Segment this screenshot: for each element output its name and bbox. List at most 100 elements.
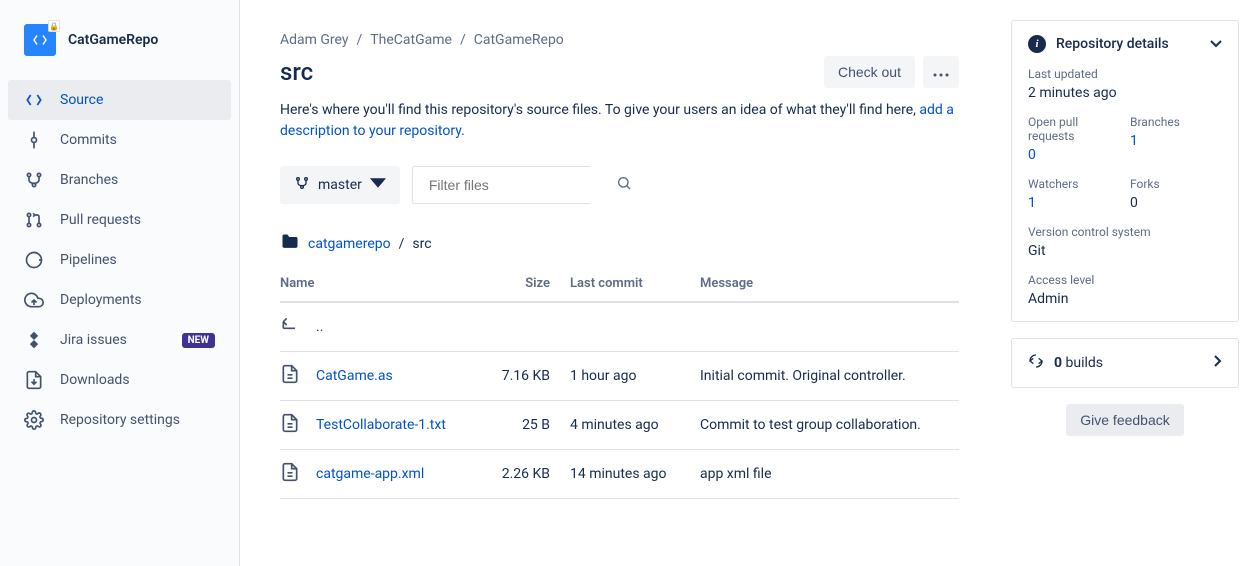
sidebar-item-label: Deployments bbox=[60, 292, 215, 308]
gear-icon bbox=[24, 410, 44, 430]
builds-icon bbox=[1028, 353, 1044, 373]
watchers-label: Watchers bbox=[1028, 177, 1120, 191]
pull-requests-icon bbox=[24, 210, 44, 230]
file-message: Commit to test group collaboration. bbox=[700, 401, 959, 450]
sidebar-item-label: Jira issues bbox=[60, 332, 182, 348]
sidebar-item-label: Branches bbox=[60, 172, 215, 188]
panel-title: Repository details bbox=[1056, 36, 1169, 52]
repo-name: CatGameRepo bbox=[68, 32, 158, 48]
branch-selector[interactable]: master bbox=[280, 166, 400, 204]
column-last-commit[interactable]: Last commit bbox=[570, 266, 700, 302]
folder-icon bbox=[280, 232, 300, 256]
table-row[interactable]: catgame-app.xml 2.26 KB 14 minutes ago a… bbox=[280, 450, 959, 499]
main-content: Adam Grey / TheCatGame / CatGameRepo src… bbox=[240, 0, 999, 566]
more-actions-button[interactable] bbox=[923, 56, 959, 88]
chevron-down-icon bbox=[1210, 36, 1222, 52]
builds-card[interactable]: 0 builds bbox=[1011, 338, 1239, 388]
search-icon bbox=[616, 175, 632, 195]
sidebar-item-pull-requests[interactable]: Pull requests bbox=[8, 200, 231, 240]
sidebar-item-label: Commits bbox=[60, 132, 215, 148]
watchers-value[interactable]: 1 bbox=[1028, 195, 1036, 211]
file-message: Initial commit. Original controller. bbox=[700, 352, 959, 401]
file-table: Name Size Last commit Message .. CatG bbox=[280, 266, 959, 499]
right-panel: i Repository details Last updated 2 minu… bbox=[999, 0, 1259, 566]
sidebar-item-source[interactable]: Source bbox=[8, 80, 231, 120]
sidebar-item-commits[interactable]: Commits bbox=[8, 120, 231, 160]
sidebar-header[interactable]: 🔒 CatGameRepo bbox=[0, 24, 239, 80]
pipelines-icon bbox=[24, 250, 44, 270]
sidebar-item-branches[interactable]: Branches bbox=[8, 160, 231, 200]
deployments-icon bbox=[24, 290, 44, 310]
page-title: src bbox=[280, 58, 313, 86]
file-path: catgamerepo / src bbox=[280, 232, 959, 256]
file-last-commit: 1 hour ago bbox=[570, 352, 700, 401]
sidebar-item-label: Downloads bbox=[60, 372, 215, 388]
file-message: app xml file bbox=[700, 450, 959, 499]
access-value: Admin bbox=[1028, 291, 1222, 307]
more-icon bbox=[933, 64, 949, 80]
parent-directory-row[interactable]: .. bbox=[280, 302, 959, 352]
path-root-link[interactable]: catgamerepo bbox=[308, 236, 391, 252]
forks-value: 0 bbox=[1130, 195, 1222, 211]
repo-description: Here's where you'll find this repository… bbox=[280, 100, 959, 142]
pull-requests-label: Open pull requests bbox=[1028, 115, 1120, 143]
sidebar-item-pipelines[interactable]: Pipelines bbox=[8, 240, 231, 280]
sidebar-item-jira-issues[interactable]: Jira issues NEW bbox=[8, 320, 231, 360]
sidebar-item-deployments[interactable]: Deployments bbox=[8, 280, 231, 320]
filter-input[interactable] bbox=[423, 167, 616, 203]
file-last-commit: 14 minutes ago bbox=[570, 450, 700, 499]
sidebar-item-label: Source bbox=[60, 92, 215, 108]
repository-details-card: i Repository details Last updated 2 minu… bbox=[1011, 20, 1239, 322]
new-badge: NEW bbox=[182, 333, 215, 348]
chevron-right-icon bbox=[1214, 355, 1222, 371]
branches-value[interactable]: 1 bbox=[1130, 133, 1138, 149]
sidebar-item-settings[interactable]: Repository settings bbox=[8, 400, 231, 440]
sidebar-item-label: Repository settings bbox=[60, 412, 215, 428]
parent-dir-label: .. bbox=[316, 319, 323, 335]
breadcrumb-separator: / bbox=[357, 32, 363, 48]
give-feedback-button[interactable]: Give feedback bbox=[1066, 404, 1184, 436]
branches-label: Branches bbox=[1130, 115, 1222, 129]
sidebar: 🔒 CatGameRepo Source Commits Branches Pu… bbox=[0, 0, 240, 566]
filter-files-box[interactable] bbox=[412, 166, 592, 204]
sidebar-item-downloads[interactable]: Downloads bbox=[8, 360, 231, 400]
builds-label: builds bbox=[1062, 355, 1103, 371]
breadcrumb-separator: / bbox=[460, 32, 466, 48]
builds-count: 0 bbox=[1054, 355, 1062, 371]
branches-icon bbox=[24, 170, 44, 190]
checkout-button[interactable]: Check out bbox=[824, 56, 915, 88]
table-row[interactable]: CatGame.as 7.16 KB 1 hour ago Initial co… bbox=[280, 352, 959, 401]
repo-icon: 🔒 bbox=[24, 24, 56, 56]
last-updated-label: Last updated bbox=[1028, 67, 1222, 81]
file-size: 7.16 KB bbox=[500, 352, 570, 401]
source-icon bbox=[24, 90, 44, 110]
pull-requests-value[interactable]: 0 bbox=[1028, 147, 1036, 163]
file-name-link[interactable]: catgame-app.xml bbox=[316, 466, 424, 482]
forks-label: Forks bbox=[1130, 177, 1222, 191]
breadcrumb: Adam Grey / TheCatGame / CatGameRepo bbox=[280, 32, 959, 48]
column-size[interactable]: Size bbox=[500, 266, 570, 302]
column-name[interactable]: Name bbox=[280, 266, 500, 302]
breadcrumb-repo: CatGameRepo bbox=[474, 32, 564, 48]
file-size: 2.26 KB bbox=[500, 450, 570, 499]
sidebar-item-label: Pull requests bbox=[60, 212, 215, 228]
file-size: 25 B bbox=[500, 401, 570, 450]
breadcrumb-project[interactable]: TheCatGame bbox=[370, 32, 452, 48]
branch-name: master bbox=[318, 177, 362, 193]
branch-icon bbox=[294, 175, 310, 195]
table-row[interactable]: TestCollaborate-1.txt 25 B 4 minutes ago… bbox=[280, 401, 959, 450]
column-message[interactable]: Message bbox=[700, 266, 959, 302]
file-name-link[interactable]: TestCollaborate-1.txt bbox=[316, 417, 446, 433]
file-icon bbox=[280, 413, 300, 437]
breadcrumb-owner[interactable]: Adam Grey bbox=[280, 32, 349, 48]
info-icon: i bbox=[1028, 35, 1046, 53]
jira-icon bbox=[24, 330, 44, 350]
commits-icon bbox=[24, 130, 44, 150]
vcs-value: Git bbox=[1028, 243, 1222, 259]
access-label: Access level bbox=[1028, 273, 1222, 287]
up-arrow-icon bbox=[280, 315, 300, 339]
repository-details-header[interactable]: i Repository details bbox=[1028, 35, 1222, 53]
file-last-commit: 4 minutes ago bbox=[570, 401, 700, 450]
file-name-link[interactable]: CatGame.as bbox=[316, 368, 393, 384]
vcs-label: Version control system bbox=[1028, 225, 1222, 239]
